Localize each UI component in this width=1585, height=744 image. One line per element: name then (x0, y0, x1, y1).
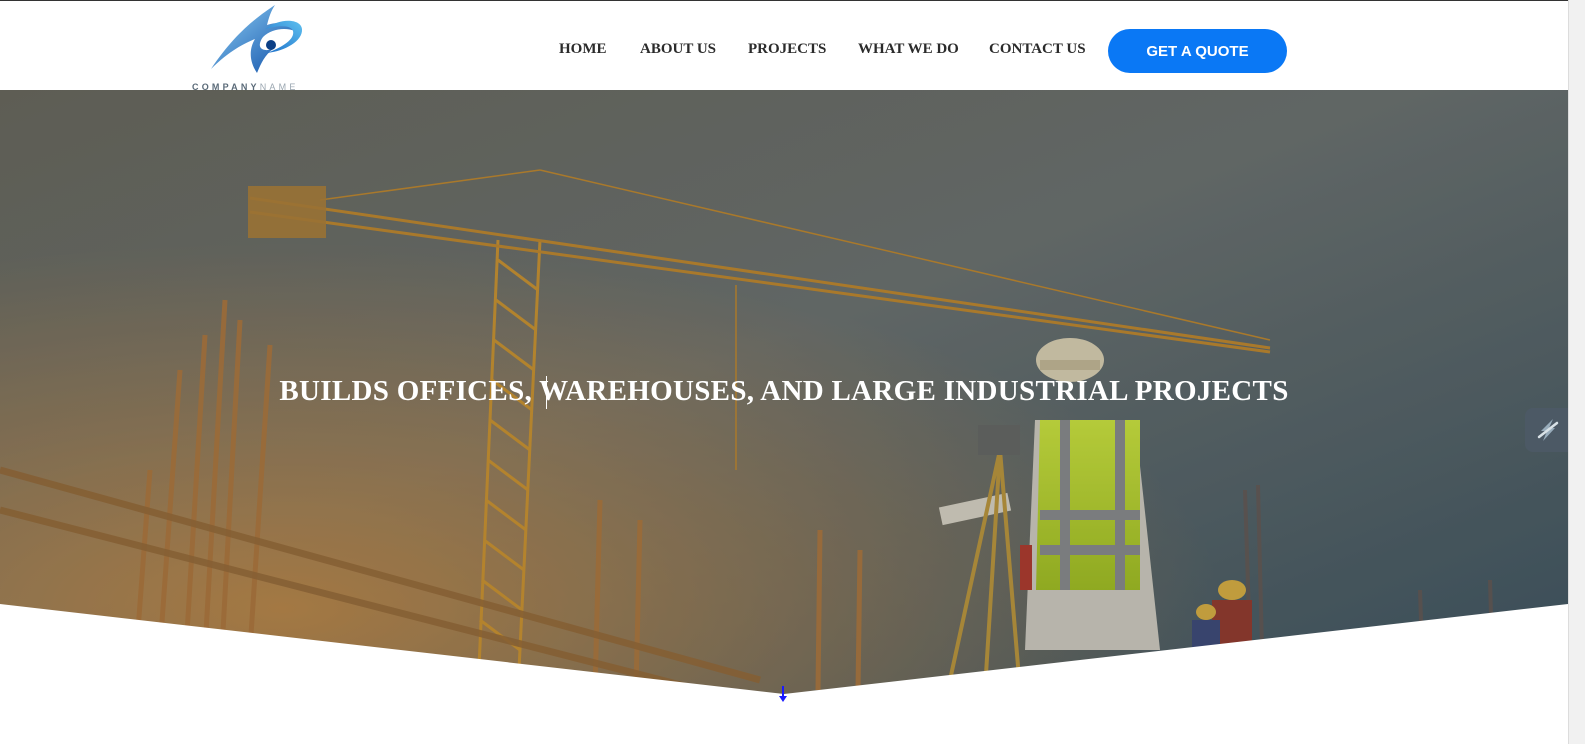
nav-what-we-do[interactable]: WHAT WE DO (858, 41, 959, 58)
nav-contact-us[interactable]: CONTACT US (989, 41, 1086, 58)
logo-text-name: NAME (259, 82, 299, 92)
page: COMPANYNAME HOME ABOUT US PROJECTS WHAT … (0, 0, 1585, 744)
nav-projects[interactable]: PROJECTS (748, 41, 826, 58)
side-widget-button[interactable] (1525, 408, 1571, 452)
company-logo[interactable]: COMPANYNAME (190, 3, 330, 92)
nav-about-us[interactable]: ABOUT US (640, 41, 716, 58)
arrow-down-icon[interactable] (778, 686, 788, 704)
nav-home[interactable]: HOME (559, 41, 607, 58)
site-header: COMPANYNAME HOME ABOUT US PROJECTS WHAT … (0, 0, 1568, 92)
lightning-icon (1537, 419, 1559, 441)
get-a-quote-button[interactable]: GET A QUOTE (1108, 29, 1287, 73)
logo-wordmark: COMPANYNAME (192, 82, 299, 92)
logo-text-company: COMPANY (192, 82, 260, 92)
page-scrollbar[interactable] (1568, 0, 1585, 744)
hero-title: BUILDS OFFICES, WAREHOUSES, AND LARGE IN… (279, 375, 1289, 407)
text-cursor (546, 376, 547, 409)
hero-banner: BUILDS OFFICES, WAREHOUSES, AND LARGE IN… (0, 90, 1568, 700)
swoosh-logo-icon (211, 5, 303, 73)
